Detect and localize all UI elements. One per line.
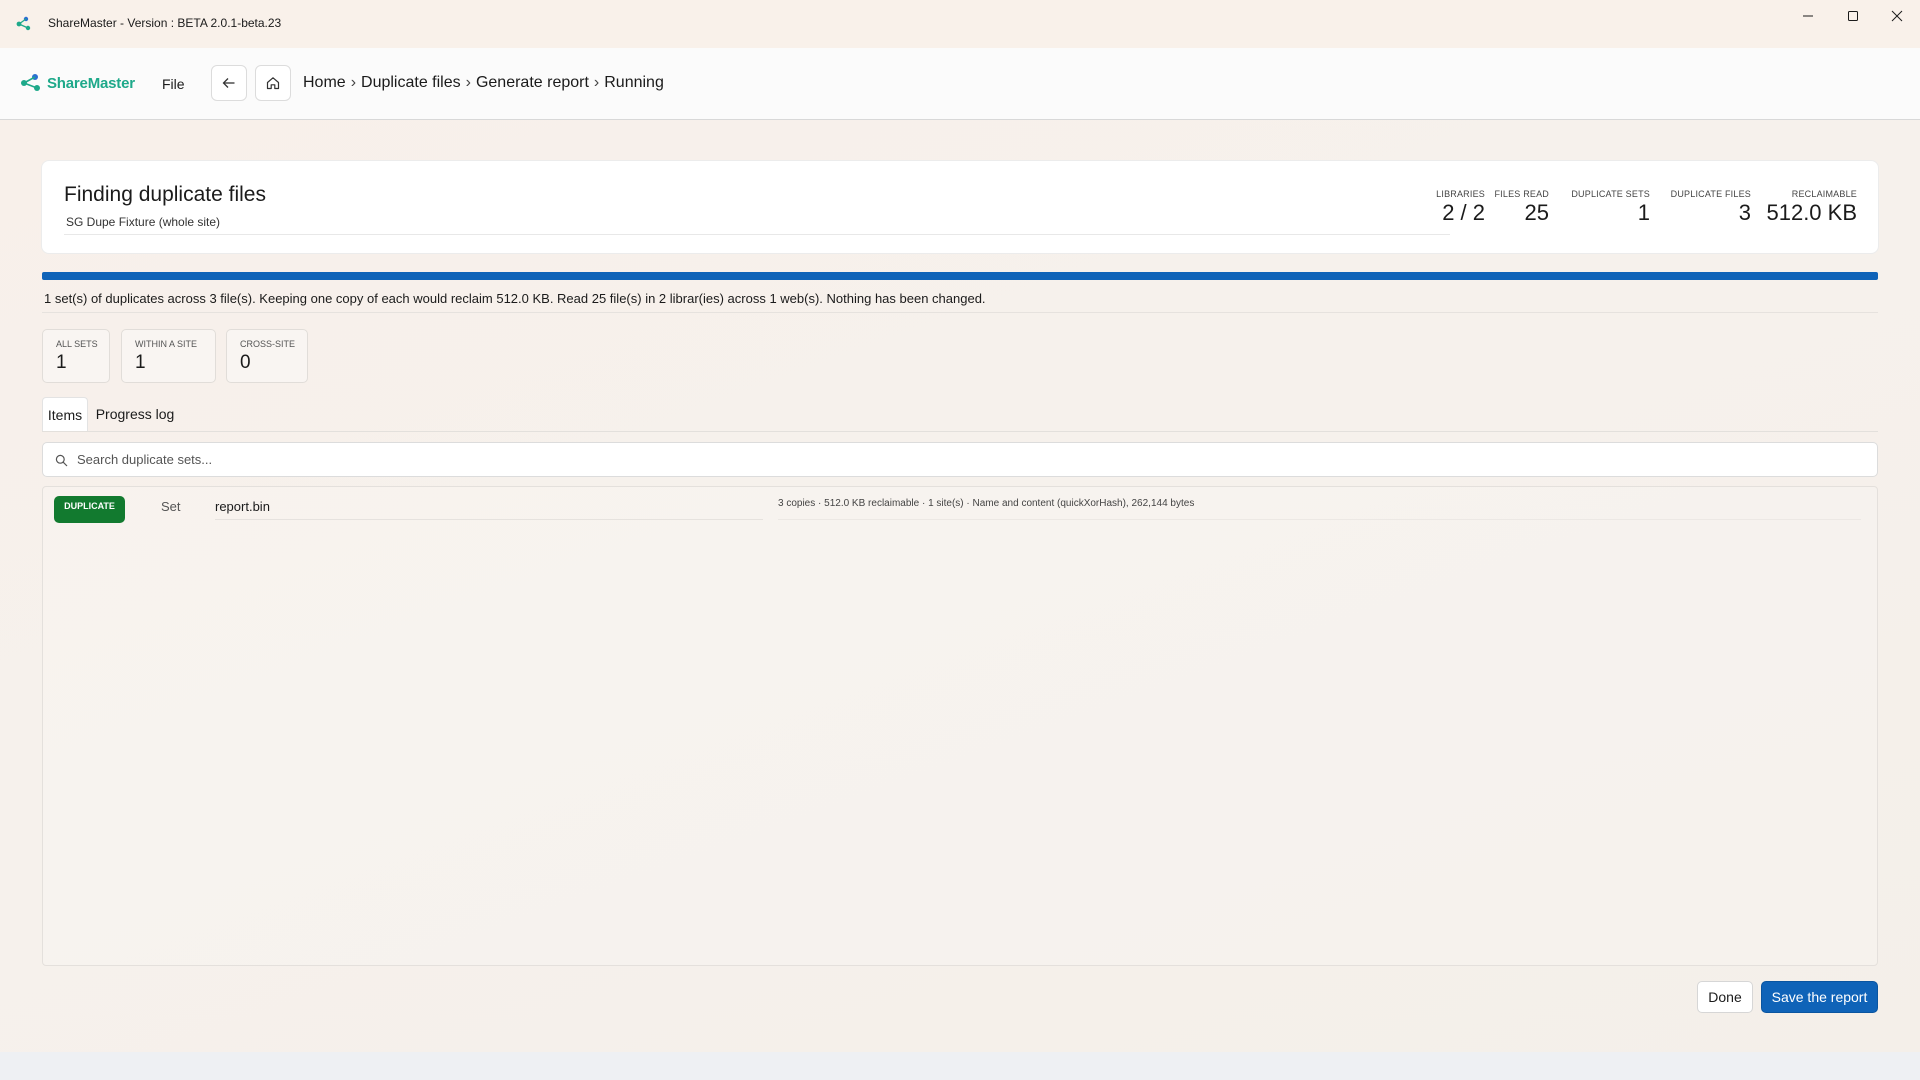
home-icon [266, 77, 280, 90]
stat-duplicate-sets: DUPLICATE SETS 1 [1571, 189, 1650, 226]
tab-progress-log[interactable]: Progress log [92, 397, 178, 431]
divider [64, 234, 1450, 235]
divider [778, 519, 1861, 520]
brand-name: ShareMaster [47, 74, 135, 92]
divider [42, 431, 1878, 432]
stat-label: RECLAIMABLE [1791, 189, 1857, 199]
search-box [42, 442, 1878, 477]
stat-reclaimable: RECLAIMABLE 512.0 KB [1766, 189, 1857, 226]
status-strip [0, 1052, 1920, 1080]
close-icon [1891, 10, 1903, 22]
window-title: ShareMaster - Version : BETA 2.0.1-beta.… [48, 16, 282, 30]
share-logo-icon [21, 74, 40, 91]
item-kind: Set [161, 499, 181, 514]
stat-value: 512.0 KB [1766, 200, 1857, 225]
breadcrumb-running: Running [604, 74, 664, 91]
breadcrumb: Home › Duplicate files › Generate report… [303, 74, 664, 92]
stat-value: 1 [1637, 200, 1650, 225]
home-button[interactable] [255, 65, 291, 101]
minimize-button[interactable] [1785, 0, 1831, 32]
duplicate-badge: DUPLICATE [54, 496, 125, 523]
counter-value: 1 [56, 352, 67, 373]
done-button[interactable]: Done [1697, 981, 1753, 1013]
page-title: Finding duplicate files [64, 183, 266, 206]
stat-label: FILES READ [1494, 189, 1549, 199]
page-subtitle: SG Dupe Fixture (whole site) [66, 215, 221, 229]
item-detail: 3 copies · 512.0 KB reclaimable · 1 site… [778, 498, 1195, 509]
maximize-button[interactable] [1830, 0, 1876, 32]
stat-value: 25 [1524, 200, 1549, 225]
tab-items[interactable]: Items [42, 397, 88, 431]
breadcrumb-separator: › [465, 74, 471, 91]
nav-bar: ShareMaster File Home › Duplicate files … [0, 48, 1920, 120]
list-item[interactable]: DUPLICATE Set report.bin 3 copies · 512.… [43, 487, 1877, 523]
item-name: report.bin [215, 499, 270, 514]
stat-label: LIBRARIES [1436, 189, 1485, 199]
breadcrumb-separator: › [350, 74, 357, 91]
file-menu[interactable]: File [162, 76, 185, 92]
minimize-icon [1803, 15, 1813, 17]
counter-value: 1 [135, 352, 146, 373]
stat-value: 2 / 2 [1442, 200, 1485, 225]
stat-duplicate-files: DUPLICATE FILES 3 [1671, 189, 1751, 226]
divider [42, 312, 1878, 313]
breadcrumb-separator: › [593, 74, 600, 91]
counter-label: WITHIN A SITE [135, 339, 198, 349]
back-button[interactable] [211, 65, 247, 101]
header-card: Finding duplicate files SG Dupe Fixture … [41, 160, 1879, 254]
search-icon [55, 454, 68, 467]
breadcrumb-generate-report[interactable]: Generate report [476, 74, 589, 92]
counter-within-site[interactable]: WITHIN A SITE 1 [121, 329, 216, 383]
save-report-button[interactable]: Save the report [1761, 981, 1878, 1013]
divider [215, 519, 763, 520]
search-input[interactable] [77, 443, 1857, 476]
app-logo-icon [16, 16, 31, 31]
stat-files-read: FILES READ 25 [1494, 189, 1549, 226]
counter-label: ALL SETS [56, 339, 98, 349]
stat-libraries: LIBRARIES 2 / 2 [1436, 189, 1485, 226]
stat-value: 3 [1738, 200, 1751, 225]
arrow-left-icon [222, 78, 235, 88]
counter-all-sets[interactable]: ALL SETS 1 [42, 329, 110, 383]
stat-label: DUPLICATE SETS [1571, 189, 1650, 199]
close-button[interactable] [1874, 0, 1920, 32]
counter-value: 0 [240, 352, 251, 373]
duplicate-set-list: DUPLICATE Set report.bin 3 copies · 512.… [42, 486, 1878, 966]
progress-fill [42, 272, 1878, 280]
breadcrumb-duplicate-files[interactable]: Duplicate files [361, 74, 461, 92]
summary-text: 1 set(s) of duplicates across 3 file(s).… [44, 291, 986, 306]
maximize-icon [1848, 11, 1858, 21]
stat-label: DUPLICATE FILES [1670, 189, 1751, 199]
title-bar: ShareMaster - Version : BETA 2.0.1-beta.… [0, 0, 1920, 48]
progress-bar [42, 272, 1878, 280]
counter-label: CROSS-SITE [240, 339, 296, 349]
breadcrumb-home[interactable]: Home [303, 74, 346, 92]
counter-cross-site[interactable]: CROSS-SITE 0 [226, 329, 308, 383]
brand-logo[interactable]: ShareMaster [19, 71, 135, 95]
